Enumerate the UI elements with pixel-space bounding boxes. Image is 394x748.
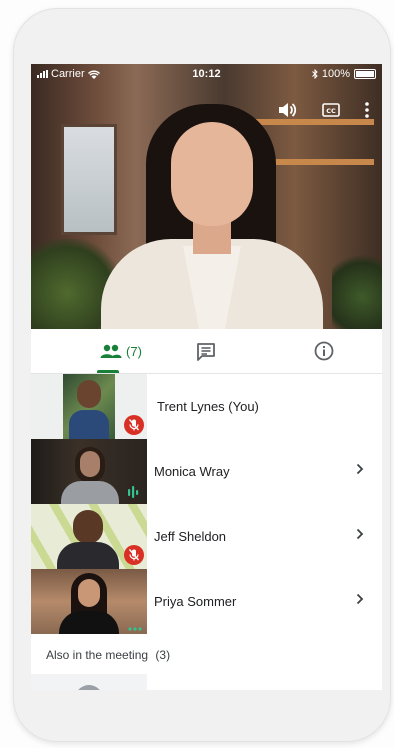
tab-people[interactable]: (7) xyxy=(71,329,171,373)
battery-percent: 100% xyxy=(321,68,350,80)
tab-info[interactable] xyxy=(309,329,339,373)
meeting-tabs: (7) xyxy=(31,329,382,374)
background-plant xyxy=(332,249,382,329)
battery-icon xyxy=(354,69,376,79)
participant-thumbnail xyxy=(31,439,147,504)
participant-row[interactable]: Monica Wray xyxy=(31,439,382,504)
chevron-right-icon[interactable] xyxy=(356,528,364,540)
also-in-meeting-label: Also in the meeting xyxy=(46,648,149,662)
background-window xyxy=(61,124,117,235)
also-in-meeting-header: Also in the meeting (3) xyxy=(46,648,170,662)
meeting-screen: Carrier 10:12 100% CC (7) Trent Lynes (Y… xyxy=(31,64,382,690)
tab-chat[interactable] xyxy=(191,329,221,373)
participant-name: Monica Wray xyxy=(154,464,230,479)
participant-thumbnail xyxy=(31,504,147,569)
main-video[interactable]: Carrier 10:12 100% CC xyxy=(31,64,382,329)
chevron-right-icon[interactable] xyxy=(356,593,364,605)
audio-level-icon xyxy=(127,485,141,499)
participant-name: Priya Sommer xyxy=(154,594,237,609)
more-horiz-icon xyxy=(127,619,143,631)
participant-thumbnail xyxy=(31,374,147,439)
video-controls: CC xyxy=(276,100,370,120)
speaker-icon[interactable] xyxy=(276,100,298,120)
people-icon xyxy=(100,344,122,358)
participant-row[interactable]: Trent Lynes (You) xyxy=(31,374,382,439)
participant-row[interactable]: Jeff Sheldon xyxy=(31,504,382,569)
participant-row-partial[interactable] xyxy=(31,674,147,690)
active-tab-indicator xyxy=(97,370,119,373)
avatar xyxy=(75,685,103,690)
mic-off-icon xyxy=(124,415,144,435)
status-bar: Carrier 10:12 100% xyxy=(31,64,382,84)
info-icon xyxy=(314,341,334,361)
bluetooth-icon xyxy=(312,69,318,79)
chevron-right-icon[interactable] xyxy=(356,463,364,475)
participant-name: Jeff Sheldon xyxy=(154,529,227,544)
mic-off-icon xyxy=(124,545,144,565)
more-vert-icon[interactable] xyxy=(364,100,370,120)
chat-icon xyxy=(197,342,215,361)
participant-row[interactable]: Priya Sommer xyxy=(31,569,382,634)
participant-name: Trent Lynes (You) xyxy=(157,399,259,414)
people-count: (7) xyxy=(126,343,142,359)
svg-text:CC: CC xyxy=(326,107,336,115)
also-in-meeting-count: (3) xyxy=(155,648,171,662)
participant-thumbnail xyxy=(31,569,147,634)
speaker-face xyxy=(171,122,253,226)
captions-icon[interactable]: CC xyxy=(320,100,342,120)
